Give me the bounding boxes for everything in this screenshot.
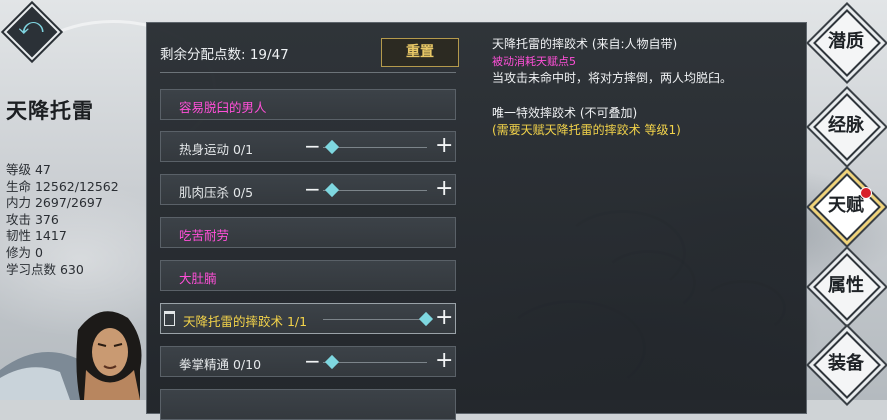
stat-internal-energy: 内力 2697/2697 — [6, 195, 103, 211]
plus-icon[interactable]: + — [435, 134, 453, 158]
stat-level: 等级 47 — [6, 162, 51, 177]
talent-slider-knob[interactable] — [324, 182, 340, 198]
tab-meridians[interactable]: 经脉 — [810, 90, 882, 162]
description-requirement: (需要天赋天降托雷的摔跤术 等级1) — [492, 123, 681, 137]
tab-label: 潜质 — [828, 31, 864, 52]
description-effect: 当攻击未命中时，将对方摔倒，两人均脱臼。 — [492, 71, 733, 85]
tab-equipment[interactable]: 装备 — [810, 328, 882, 400]
talent-label: 肌肉压杀 0/5 — [179, 185, 254, 200]
stat-hp: 生命 12562/12562 — [6, 178, 119, 194]
stat-toughness: 韧性 1417 — [6, 228, 67, 244]
character-portrait — [0, 300, 148, 400]
back-button[interactable]: ⤺ — [3, 3, 61, 61]
reset-button[interactable]: 重置 — [381, 38, 459, 67]
minus-icon[interactable]: − — [304, 350, 321, 372]
stat-learning-points: 学习点数 630 — [6, 261, 84, 277]
talent-row[interactable]: 吃苦耐劳 — [160, 217, 456, 248]
talent-row[interactable]: 大肚腩 — [160, 260, 456, 291]
talent-slider-knob[interactable] — [324, 139, 340, 155]
talent-label: 大肚腩 — [179, 271, 217, 286]
talent-row-selected[interactable]: 天降托雷的摔跤术 1/1 + — [160, 303, 456, 334]
talent-row[interactable] — [160, 389, 456, 420]
talent-row[interactable]: 拳掌精通 0/10 − + — [160, 346, 456, 377]
character-stats: 等级 47 生命 12562/12562 内力 2697/2697 攻击 376… — [6, 162, 119, 278]
plus-icon[interactable]: + — [435, 306, 453, 330]
talent-label: 容易脱臼的男人 — [179, 100, 267, 115]
description-cost: 被动消耗天赋点5 — [492, 55, 576, 68]
description-unique: 唯一特效摔跤术 (不可叠加) — [492, 106, 638, 120]
tab-label: 装备 — [828, 353, 864, 374]
character-name: 天降托雷 — [6, 99, 94, 123]
stat-attack: 攻击 376 — [6, 211, 59, 227]
tab-attributes[interactable]: 属性 — [810, 250, 882, 322]
remaining-points-label: 剩余分配点数: 19/47 — [160, 47, 289, 63]
talent-slider-track[interactable] — [323, 319, 427, 320]
talent-row[interactable]: 容易脱臼的男人 — [160, 89, 456, 120]
back-arrow-icon: ⤺ — [18, 12, 44, 40]
minus-icon[interactable]: − — [304, 178, 321, 200]
tab-potential[interactable]: 潜质 — [810, 6, 882, 78]
plus-icon[interactable]: + — [435, 177, 453, 201]
talent-label: 吃苦耐劳 — [179, 228, 230, 243]
talent-slider-knob[interactable] — [324, 354, 340, 370]
talent-description: 天降托雷的摔跤术 (来自:人物自带) 被动消耗天赋点5 当攻击未命中时，将对方摔… — [492, 36, 782, 139]
tab-label: 属性 — [828, 275, 864, 296]
stat-cultivation: 修为 0 — [6, 244, 43, 260]
trash-icon[interactable] — [164, 311, 175, 326]
talent-label: 天降托雷的摔跤术 1/1 — [183, 314, 308, 329]
talent-label: 热身运动 0/1 — [179, 142, 254, 157]
talent-slider-knob[interactable] — [418, 311, 434, 327]
description-title: 天降托雷的摔跤术 (来自:人物自带) — [492, 37, 678, 51]
talent-label: 拳掌精通 0/10 — [179, 357, 262, 372]
divider — [160, 72, 456, 73]
tab-label: 天赋 — [828, 195, 864, 216]
talent-row[interactable]: 热身运动 0/1 − + — [160, 131, 456, 162]
talent-row[interactable]: 肌肉压杀 0/5 − + — [160, 174, 456, 205]
tab-talent[interactable]: 天赋 — [810, 170, 882, 242]
tab-label: 经脉 — [828, 115, 864, 136]
plus-icon[interactable]: + — [435, 349, 453, 373]
minus-icon[interactable]: − — [304, 135, 321, 157]
notification-dot — [860, 187, 872, 199]
